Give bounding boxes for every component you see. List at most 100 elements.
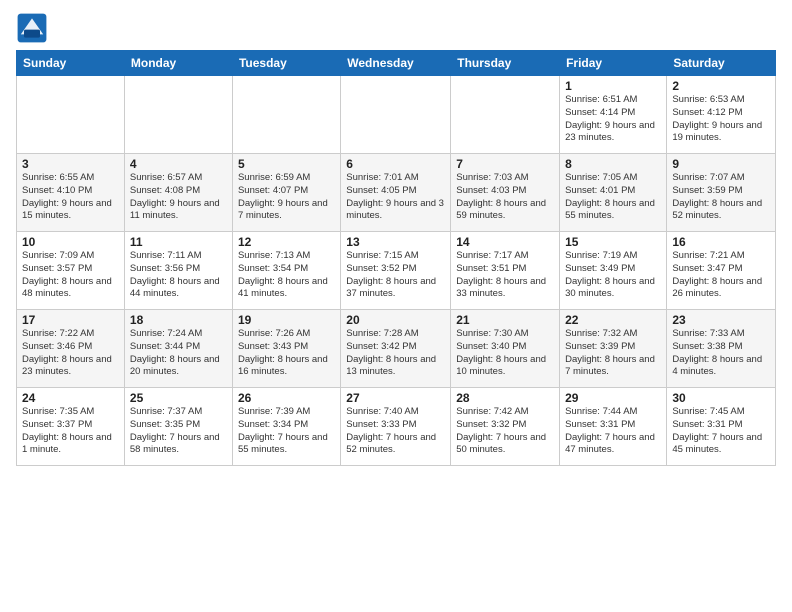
calendar-cell: 18Sunrise: 7:24 AM Sunset: 3:44 PM Dayli…	[124, 310, 232, 388]
calendar-cell: 9Sunrise: 7:07 AM Sunset: 3:59 PM Daylig…	[667, 154, 776, 232]
calendar-table: SundayMondayTuesdayWednesdayThursdayFrid…	[16, 50, 776, 466]
day-info: Sunrise: 7:21 AM Sunset: 3:47 PM Dayligh…	[672, 250, 770, 301]
weekday-header-wednesday: Wednesday	[341, 51, 451, 76]
day-number: 11	[130, 235, 227, 249]
day-info: Sunrise: 7:35 AM Sunset: 3:37 PM Dayligh…	[22, 406, 119, 457]
calendar-cell: 24Sunrise: 7:35 AM Sunset: 3:37 PM Dayli…	[17, 388, 125, 466]
day-info: Sunrise: 7:19 AM Sunset: 3:49 PM Dayligh…	[565, 250, 661, 301]
calendar-cell: 25Sunrise: 7:37 AM Sunset: 3:35 PM Dayli…	[124, 388, 232, 466]
calendar-week-row: 17Sunrise: 7:22 AM Sunset: 3:46 PM Dayli…	[17, 310, 776, 388]
day-info: Sunrise: 7:11 AM Sunset: 3:56 PM Dayligh…	[130, 250, 227, 301]
day-number: 18	[130, 313, 227, 327]
calendar-cell: 13Sunrise: 7:15 AM Sunset: 3:52 PM Dayli…	[341, 232, 451, 310]
calendar-cell: 2Sunrise: 6:53 AM Sunset: 4:12 PM Daylig…	[667, 76, 776, 154]
day-number: 3	[22, 157, 119, 171]
weekday-header-sunday: Sunday	[17, 51, 125, 76]
day-number: 28	[456, 391, 554, 405]
day-info: Sunrise: 6:59 AM Sunset: 4:07 PM Dayligh…	[238, 172, 335, 223]
calendar-cell: 19Sunrise: 7:26 AM Sunset: 3:43 PM Dayli…	[232, 310, 340, 388]
day-number: 20	[346, 313, 445, 327]
day-number: 24	[22, 391, 119, 405]
day-number: 7	[456, 157, 554, 171]
day-info: Sunrise: 7:40 AM Sunset: 3:33 PM Dayligh…	[346, 406, 445, 457]
calendar-week-row: 10Sunrise: 7:09 AM Sunset: 3:57 PM Dayli…	[17, 232, 776, 310]
day-info: Sunrise: 7:13 AM Sunset: 3:54 PM Dayligh…	[238, 250, 335, 301]
day-info: Sunrise: 7:07 AM Sunset: 3:59 PM Dayligh…	[672, 172, 770, 223]
day-number: 15	[565, 235, 661, 249]
day-info: Sunrise: 7:26 AM Sunset: 3:43 PM Dayligh…	[238, 328, 335, 379]
calendar-cell: 4Sunrise: 6:57 AM Sunset: 4:08 PM Daylig…	[124, 154, 232, 232]
weekday-header-friday: Friday	[560, 51, 667, 76]
calendar-cell: 22Sunrise: 7:32 AM Sunset: 3:39 PM Dayli…	[560, 310, 667, 388]
day-info: Sunrise: 7:28 AM Sunset: 3:42 PM Dayligh…	[346, 328, 445, 379]
day-info: Sunrise: 6:51 AM Sunset: 4:14 PM Dayligh…	[565, 94, 661, 145]
calendar-cell: 5Sunrise: 6:59 AM Sunset: 4:07 PM Daylig…	[232, 154, 340, 232]
day-number: 29	[565, 391, 661, 405]
calendar-cell: 7Sunrise: 7:03 AM Sunset: 4:03 PM Daylig…	[451, 154, 560, 232]
day-info: Sunrise: 6:55 AM Sunset: 4:10 PM Dayligh…	[22, 172, 119, 223]
day-number: 10	[22, 235, 119, 249]
day-info: Sunrise: 7:39 AM Sunset: 3:34 PM Dayligh…	[238, 406, 335, 457]
calendar-cell: 16Sunrise: 7:21 AM Sunset: 3:47 PM Dayli…	[667, 232, 776, 310]
calendar-header-row: SundayMondayTuesdayWednesdayThursdayFrid…	[17, 51, 776, 76]
day-number: 30	[672, 391, 770, 405]
calendar-cell	[17, 76, 125, 154]
calendar-cell: 11Sunrise: 7:11 AM Sunset: 3:56 PM Dayli…	[124, 232, 232, 310]
day-number: 13	[346, 235, 445, 249]
calendar-cell	[341, 76, 451, 154]
day-number: 17	[22, 313, 119, 327]
day-number: 2	[672, 79, 770, 93]
day-number: 19	[238, 313, 335, 327]
day-number: 6	[346, 157, 445, 171]
day-number: 21	[456, 313, 554, 327]
calendar-cell: 29Sunrise: 7:44 AM Sunset: 3:31 PM Dayli…	[560, 388, 667, 466]
calendar-cell: 15Sunrise: 7:19 AM Sunset: 3:49 PM Dayli…	[560, 232, 667, 310]
day-info: Sunrise: 7:44 AM Sunset: 3:31 PM Dayligh…	[565, 406, 661, 457]
calendar-week-row: 24Sunrise: 7:35 AM Sunset: 3:37 PM Dayli…	[17, 388, 776, 466]
calendar-cell: 10Sunrise: 7:09 AM Sunset: 3:57 PM Dayli…	[17, 232, 125, 310]
calendar-cell: 1Sunrise: 6:51 AM Sunset: 4:14 PM Daylig…	[560, 76, 667, 154]
day-number: 9	[672, 157, 770, 171]
day-info: Sunrise: 7:24 AM Sunset: 3:44 PM Dayligh…	[130, 328, 227, 379]
calendar-cell: 6Sunrise: 7:01 AM Sunset: 4:05 PM Daylig…	[341, 154, 451, 232]
weekday-header-tuesday: Tuesday	[232, 51, 340, 76]
weekday-header-monday: Monday	[124, 51, 232, 76]
day-info: Sunrise: 7:45 AM Sunset: 3:31 PM Dayligh…	[672, 406, 770, 457]
day-info: Sunrise: 7:05 AM Sunset: 4:01 PM Dayligh…	[565, 172, 661, 223]
day-info: Sunrise: 7:09 AM Sunset: 3:57 PM Dayligh…	[22, 250, 119, 301]
page-container: SundayMondayTuesdayWednesdayThursdayFrid…	[0, 0, 792, 474]
calendar-cell: 12Sunrise: 7:13 AM Sunset: 3:54 PM Dayli…	[232, 232, 340, 310]
day-number: 12	[238, 235, 335, 249]
weekday-header-thursday: Thursday	[451, 51, 560, 76]
day-info: Sunrise: 7:32 AM Sunset: 3:39 PM Dayligh…	[565, 328, 661, 379]
day-info: Sunrise: 7:42 AM Sunset: 3:32 PM Dayligh…	[456, 406, 554, 457]
day-info: Sunrise: 7:01 AM Sunset: 4:05 PM Dayligh…	[346, 172, 445, 223]
day-number: 26	[238, 391, 335, 405]
calendar-cell: 21Sunrise: 7:30 AM Sunset: 3:40 PM Dayli…	[451, 310, 560, 388]
day-info: Sunrise: 6:57 AM Sunset: 4:08 PM Dayligh…	[130, 172, 227, 223]
logo	[16, 12, 52, 44]
day-number: 22	[565, 313, 661, 327]
day-info: Sunrise: 7:33 AM Sunset: 3:38 PM Dayligh…	[672, 328, 770, 379]
day-info: Sunrise: 7:30 AM Sunset: 3:40 PM Dayligh…	[456, 328, 554, 379]
calendar-cell: 23Sunrise: 7:33 AM Sunset: 3:38 PM Dayli…	[667, 310, 776, 388]
day-number: 8	[565, 157, 661, 171]
calendar-cell: 30Sunrise: 7:45 AM Sunset: 3:31 PM Dayli…	[667, 388, 776, 466]
logo-icon	[16, 12, 48, 44]
day-info: Sunrise: 7:22 AM Sunset: 3:46 PM Dayligh…	[22, 328, 119, 379]
day-number: 5	[238, 157, 335, 171]
calendar-cell: 8Sunrise: 7:05 AM Sunset: 4:01 PM Daylig…	[560, 154, 667, 232]
day-number: 1	[565, 79, 661, 93]
calendar-cell	[451, 76, 560, 154]
day-number: 4	[130, 157, 227, 171]
calendar-cell: 14Sunrise: 7:17 AM Sunset: 3:51 PM Dayli…	[451, 232, 560, 310]
day-info: Sunrise: 7:17 AM Sunset: 3:51 PM Dayligh…	[456, 250, 554, 301]
day-info: Sunrise: 7:03 AM Sunset: 4:03 PM Dayligh…	[456, 172, 554, 223]
calendar-cell: 26Sunrise: 7:39 AM Sunset: 3:34 PM Dayli…	[232, 388, 340, 466]
day-number: 16	[672, 235, 770, 249]
day-number: 23	[672, 313, 770, 327]
calendar-week-row: 1Sunrise: 6:51 AM Sunset: 4:14 PM Daylig…	[17, 76, 776, 154]
calendar-cell: 17Sunrise: 7:22 AM Sunset: 3:46 PM Dayli…	[17, 310, 125, 388]
day-number: 25	[130, 391, 227, 405]
weekday-header-saturday: Saturday	[667, 51, 776, 76]
